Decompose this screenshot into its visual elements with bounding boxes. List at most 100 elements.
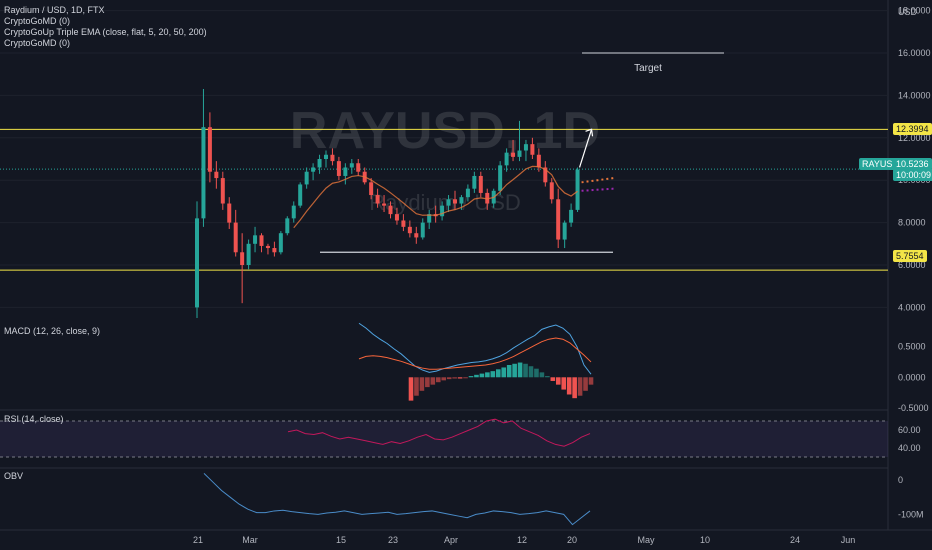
macd-histogram-bar: [523, 363, 528, 378]
candle-body: [575, 169, 580, 210]
candle-body: [523, 144, 528, 151]
candle-body: [407, 226, 412, 234]
candle-body: [498, 165, 503, 191]
candle-body: [207, 127, 212, 172]
macd-histogram-bar: [485, 372, 490, 378]
macd-histogram-bar: [577, 377, 583, 396]
price-tick-label: 16.0000: [898, 48, 931, 58]
candle-body: [369, 182, 374, 196]
candle-body: [375, 195, 380, 204]
candle-body: [569, 209, 574, 223]
chart-canvas[interactable]: 18.000016.000014.000012.000010.00008.000…: [0, 0, 932, 550]
countdown-tag: 10:00:09: [893, 169, 932, 181]
macd-histogram-bar: [545, 376, 550, 378]
time-tick-label: Apr: [444, 535, 458, 545]
macd-histogram-bar: [495, 369, 501, 378]
macd-histogram-bar: [588, 377, 594, 385]
candle-body: [382, 203, 387, 206]
candle-body: [549, 182, 554, 200]
macd-histogram-bar: [435, 377, 441, 383]
candle-body: [343, 167, 348, 176]
candle-body: [324, 154, 328, 159]
candle-body: [504, 152, 509, 166]
candle-body: [530, 144, 535, 155]
price-tick-label: 14.0000: [898, 90, 931, 100]
macd-tick-label: 0.5000: [898, 342, 926, 352]
candle-body: [472, 175, 477, 189]
macd-histogram-bar: [555, 377, 561, 385]
candle-body: [195, 218, 199, 308]
time-tick-label: 20: [567, 535, 577, 545]
macd-histogram-bar: [512, 363, 517, 378]
candle-body: [356, 163, 361, 172]
currency-label: USD: [898, 7, 918, 17]
macd-histogram-bar: [566, 377, 572, 395]
candle-body: [388, 205, 393, 215]
time-tick-label: Jun: [841, 535, 856, 545]
resistance-price-tag: 12.3994: [893, 123, 932, 135]
candle-body: [317, 159, 322, 168]
candle-body: [285, 218, 290, 234]
macd-histogram-bar: [561, 377, 567, 390]
legend-title: Raydium / USD, 1D, FTX: [4, 5, 105, 15]
macd-tick-label: -0.5000: [898, 403, 929, 413]
macd-histogram-bar: [550, 377, 556, 381]
macd-histogram-bar: [419, 377, 425, 391]
rsi-band: [0, 421, 888, 457]
candle-body: [227, 203, 232, 223]
candle-body: [336, 161, 341, 176]
macd-histogram-bar: [408, 377, 414, 401]
candle-body: [556, 199, 561, 240]
macd-histogram-bar: [539, 372, 545, 378]
candle-body: [233, 222, 238, 253]
time-tick-label: 21: [193, 535, 203, 545]
candle-body: [349, 163, 354, 168]
macd-histogram-bar: [501, 367, 507, 378]
candle-body: [220, 178, 225, 204]
macd-histogram-bar: [425, 377, 430, 388]
macd-histogram-bar: [430, 377, 436, 385]
candle-body: [201, 127, 206, 219]
time-tick-label: 15: [336, 535, 346, 545]
macd-histogram-bar: [479, 373, 485, 378]
macd-histogram-bar: [572, 377, 577, 399]
candle-body: [394, 214, 399, 221]
chart-legend: Raydium / USD, 1D, FTX CryptoGoMD (0) Cr…: [4, 5, 207, 49]
rsi-tick-label: 40.00: [898, 443, 921, 453]
candle-body: [253, 235, 258, 244]
time-tick-label: 10: [700, 535, 710, 545]
macd-histogram-bar: [490, 371, 496, 378]
candle-body: [562, 222, 567, 240]
macd-histogram-bar: [506, 365, 512, 378]
candle-body: [517, 150, 522, 157]
candle-body: [259, 235, 264, 246]
time-tick-label: 23: [388, 535, 398, 545]
candle-body: [465, 188, 470, 198]
macd-histogram-bar: [414, 377, 419, 396]
candle-body: [298, 184, 303, 206]
macd-label: MACD (12, 26, close, 9): [4, 326, 101, 336]
candle-body: [291, 205, 296, 219]
watermark-symbol: RAYUSD, 1D: [290, 102, 600, 160]
candle-body: [511, 152, 516, 157]
candle-body: [478, 175, 483, 193]
macd-histogram-bar: [517, 362, 523, 378]
candle-body: [453, 199, 457, 204]
candle-body: [401, 220, 406, 227]
candle-body: [446, 199, 451, 206]
macd-histogram-bar: [441, 377, 447, 381]
candle-body: [440, 205, 445, 217]
candle-body: [536, 154, 541, 168]
macd-histogram-bar: [468, 376, 474, 378]
macd-tick-label: 0.0000: [898, 372, 926, 382]
price-tick-label: 4.0000: [898, 302, 926, 312]
time-tick-label: May: [637, 535, 655, 545]
candle-body: [330, 154, 335, 162]
support-price-tag: 5.7554: [893, 250, 927, 262]
candle-body: [304, 171, 309, 185]
candle-body: [240, 252, 245, 265]
candle-body: [420, 222, 425, 238]
macd-histogram-bar: [528, 366, 534, 378]
candle-body: [246, 243, 251, 265]
macd-histogram-bar: [463, 377, 468, 379]
